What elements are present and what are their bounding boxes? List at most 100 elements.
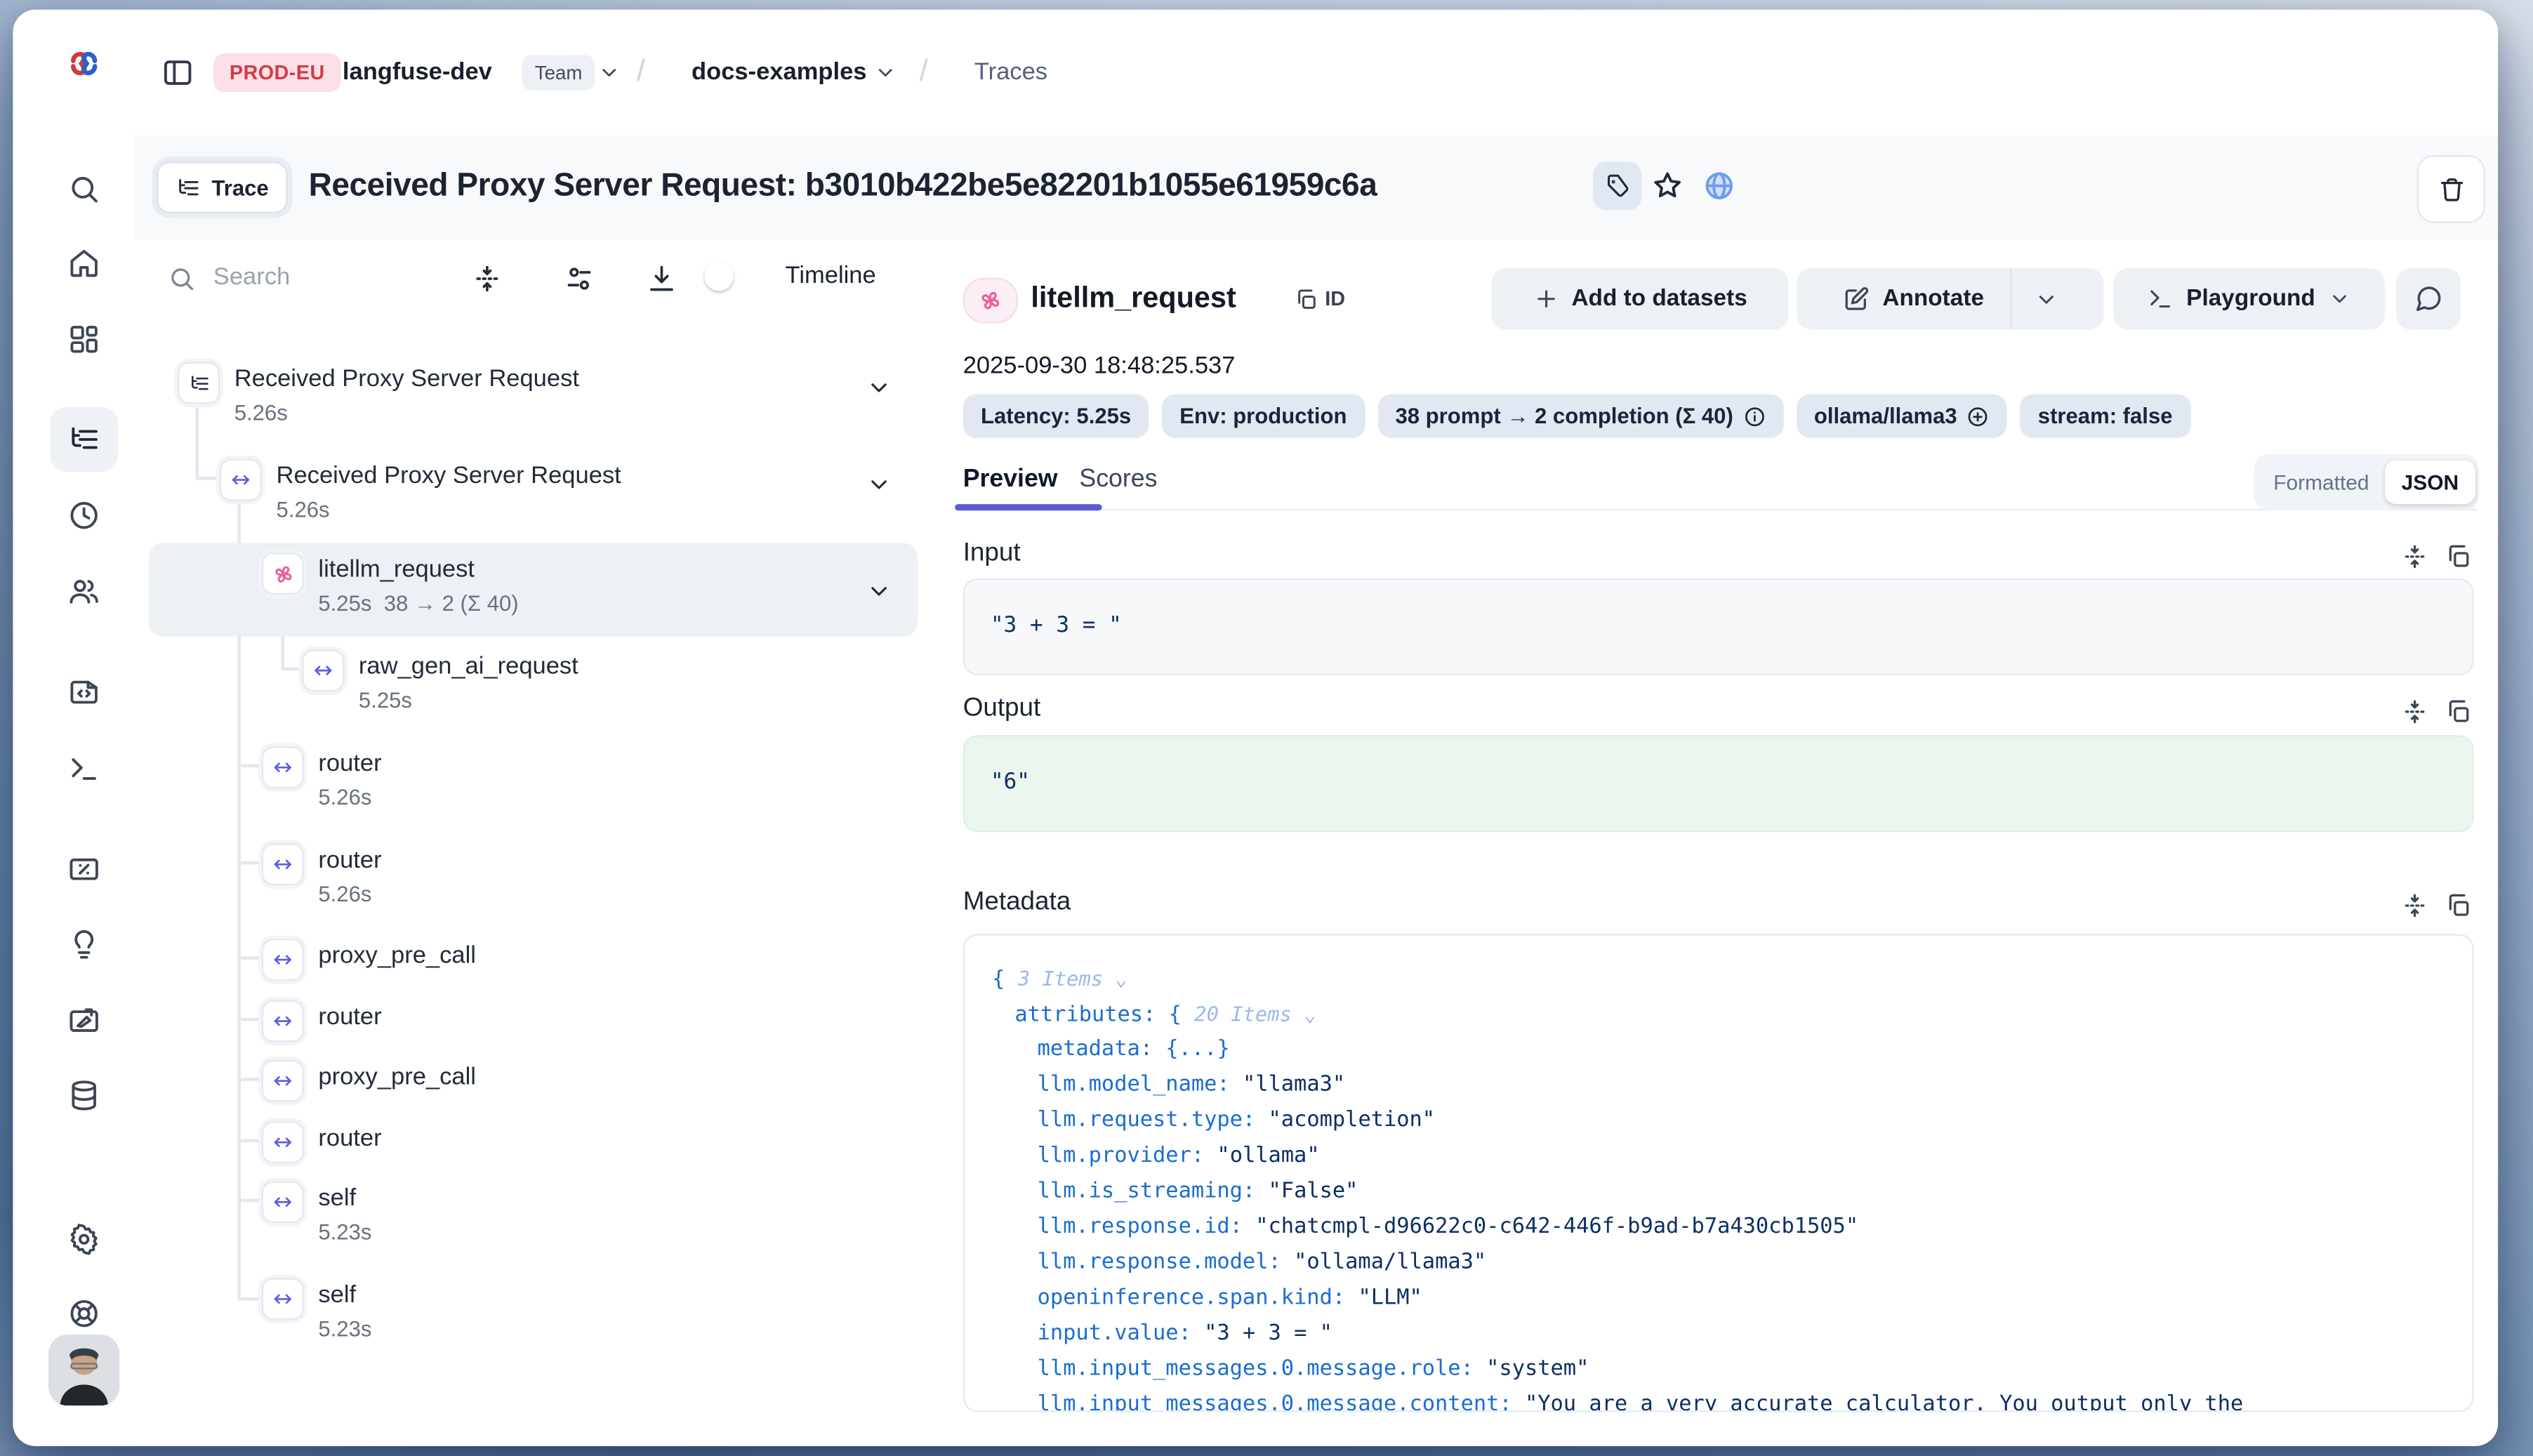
- playground-button[interactable]: Playground: [2113, 268, 2385, 329]
- tree-row-duration: 5.26s: [318, 786, 371, 810]
- json-line: llm.input_messages.0.message.content: "Y…: [992, 1388, 2472, 1412]
- metadata-collapse-icon[interactable]: [2401, 892, 2428, 919]
- tree-row-label[interactable]: router: [318, 847, 381, 874]
- env-badge: Env: production: [1162, 395, 1365, 438]
- json-line[interactable]: { 3 Items ⌄: [992, 961, 2472, 997]
- output-copy-icon[interactable]: [2445, 698, 2472, 725]
- add-to-datasets-button[interactable]: Add to datasets: [1491, 268, 1788, 329]
- evaluators-icon[interactable]: [68, 853, 100, 885]
- token-usage-badge: 38 prompt → 2 completion (Σ 40): [1377, 395, 1783, 438]
- metadata-json-viewer[interactable]: { 3 Items ⌄ attributes: { 20 Items ⌄ met…: [963, 934, 2474, 1412]
- support-lifebuoy-icon[interactable]: [68, 1297, 100, 1330]
- breadcrumb-separator: /: [920, 55, 928, 91]
- users-icon[interactable]: [68, 575, 100, 607]
- annotation-queue-icon[interactable]: [68, 1005, 100, 1038]
- json-line: llm.provider: "ollama": [992, 1139, 2472, 1175]
- annotate-pen-icon: [1842, 285, 1870, 312]
- output-section-label: Output: [963, 695, 1041, 724]
- left-rail: [13, 10, 135, 1446]
- json-line: llm.input_messages.0.message.role: "syst…: [992, 1352, 2472, 1388]
- tab-preview[interactable]: Preview: [963, 465, 1058, 494]
- prompts-file-icon[interactable]: [68, 675, 100, 708]
- tags-button[interactable]: [1593, 161, 1641, 210]
- bookmark-star-icon[interactable]: [1651, 170, 1684, 202]
- breadcrumb-section[interactable]: Traces: [974, 58, 1047, 86]
- org-logo-icon[interactable]: [68, 50, 100, 82]
- plus-icon: [1533, 286, 1559, 312]
- chevron-down-icon[interactable]: [866, 578, 892, 604]
- view-mode-toggle[interactable]: Formatted JSON: [2254, 454, 2478, 511]
- environment-badge: PROD-EU: [213, 53, 341, 92]
- output-collapse-icon[interactable]: [2401, 698, 2428, 725]
- view-json-option[interactable]: JSON: [2386, 461, 2475, 504]
- tab-scores[interactable]: Scores: [1079, 465, 1157, 494]
- tree-row-label[interactable]: router: [318, 1125, 381, 1152]
- observation-timestamp: 2025-09-30 18:48:25.537: [963, 352, 1236, 380]
- comments-button[interactable]: [2396, 268, 2461, 329]
- timeline-label: Timeline: [786, 262, 876, 289]
- id-label[interactable]: ID: [1325, 288, 1345, 310]
- org-name[interactable]: langfuse-dev: [343, 58, 492, 86]
- breadcrumb-project[interactable]: docs-examples: [692, 58, 866, 86]
- span-node-icon: [262, 1121, 304, 1163]
- tree-row-label[interactable]: router: [318, 1003, 381, 1031]
- judge-lightbulb-icon[interactable]: [68, 929, 100, 961]
- tree-row-label[interactable]: litellm_request: [318, 556, 475, 583]
- json-line: llm.model_name: "llama3": [992, 1068, 2472, 1104]
- playground-terminal-icon[interactable]: [68, 753, 100, 785]
- metadata-copy-icon[interactable]: [2445, 892, 2472, 919]
- tree-row-label[interactable]: router: [318, 750, 381, 777]
- output-value-box[interactable]: "6": [963, 735, 2474, 832]
- annotate-chevron-icon[interactable]: [2034, 287, 2058, 312]
- desktop-background: PROD-EU langfuse-dev Team / docs-example…: [0, 0, 2533, 1456]
- delete-trace-button[interactable]: [2417, 155, 2485, 223]
- settings-gear-icon[interactable]: [68, 1223, 100, 1255]
- generation-type-icon: [963, 278, 1018, 323]
- project-chevron-down-icon[interactable]: [874, 61, 897, 84]
- search-icon[interactable]: [68, 173, 100, 205]
- json-line: openinference.span.kind: "LLM": [992, 1281, 2472, 1317]
- tree-row-label[interactable]: Received Proxy Server Request: [277, 462, 621, 489]
- tree-row-label[interactable]: Received Proxy Server Request: [234, 365, 579, 392]
- circle-plus-icon[interactable]: [1967, 405, 1990, 428]
- collapse-all-icon[interactable]: [472, 263, 503, 294]
- org-chevron-down-icon[interactable]: [598, 61, 621, 84]
- search-input[interactable]: [210, 262, 458, 293]
- json-line[interactable]: metadata: {...}: [992, 1033, 2472, 1068]
- tree-row-tokens: 38 → 2 (Σ 40): [384, 591, 519, 616]
- info-icon[interactable]: [1743, 405, 1766, 428]
- json-line[interactable]: attributes: { 20 Items ⌄: [992, 997, 2472, 1033]
- download-icon[interactable]: [647, 263, 677, 294]
- datasets-database-icon[interactable]: [68, 1079, 100, 1111]
- tree-row-label[interactable]: self: [318, 1184, 356, 1212]
- chevron-down-icon[interactable]: [866, 375, 892, 401]
- input-copy-icon[interactable]: [2445, 543, 2472, 570]
- tree-row-label[interactable]: self: [318, 1281, 356, 1309]
- tree-row-label[interactable]: proxy_pre_call: [318, 1063, 476, 1090]
- tracing-icon[interactable]: [68, 423, 100, 456]
- tree-connector: [237, 1018, 262, 1020]
- user-avatar[interactable]: [48, 1335, 119, 1405]
- input-value-box[interactable]: "3 + 3 = ": [963, 578, 2474, 675]
- view-formatted-option[interactable]: Formatted: [2257, 470, 2385, 495]
- filter-sliders-icon[interactable]: [564, 263, 595, 294]
- tree-connector: [237, 1078, 262, 1080]
- tree-row-duration: 5.26s: [277, 498, 330, 522]
- span-node-icon: [262, 939, 304, 981]
- model-badge[interactable]: ollama/llama3: [1797, 395, 2007, 438]
- public-globe-icon[interactable]: [1703, 170, 1735, 202]
- dashboard-icon[interactable]: [68, 323, 100, 355]
- sidebar-toggle-icon[interactable]: [161, 57, 194, 89]
- tree-row-label[interactable]: raw_gen_ai_request: [359, 653, 578, 680]
- tree-row-label[interactable]: proxy_pre_call: [318, 942, 476, 969]
- span-node-icon: [220, 459, 262, 501]
- tree-connector: [237, 861, 262, 863]
- sessions-clock-icon[interactable]: [68, 499, 100, 531]
- copy-id-icon[interactable]: [1295, 288, 1319, 312]
- json-line: llm.response.model: "ollama/llama3": [992, 1245, 2472, 1281]
- home-icon[interactable]: [68, 247, 100, 279]
- annotate-split-button[interactable]: Annotate: [1797, 268, 2103, 329]
- input-collapse-icon[interactable]: [2401, 543, 2428, 570]
- chevron-down-icon[interactable]: [866, 472, 892, 498]
- tree-row-duration: 5.26s: [234, 401, 288, 425]
